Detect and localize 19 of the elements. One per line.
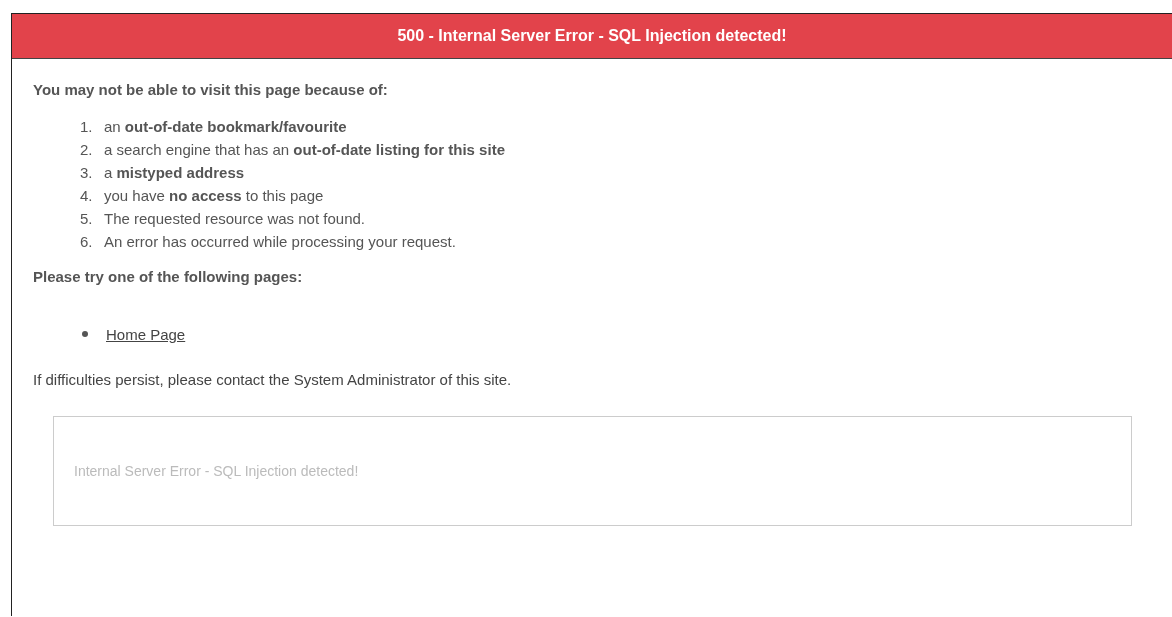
- list-item-text: a mistyped address: [104, 163, 245, 183]
- home-page-link[interactable]: Home Page: [106, 325, 186, 343]
- list-number: 1.: [80, 117, 94, 137]
- reasons-heading: You may not be able to visit this page because of:: [33, 80, 389, 100]
- pages-heading: Please try one of the following pages:: [33, 267, 304, 287]
- list-item-text: you have no access to this page: [104, 186, 324, 206]
- list-item-text: an out-of-date bookmark/favourite: [104, 117, 347, 137]
- list-number: 5.: [80, 209, 94, 229]
- list-number: 2.: [80, 140, 94, 160]
- list-number: 6.: [80, 232, 94, 252]
- list-item-text: An error has occurred while processing your request.: [104, 232, 456, 252]
- list-number: 4.: [80, 186, 94, 206]
- contact-note: If difficulties persist, please contact the System Administrator of this site.: [33, 370, 513, 390]
- error-title: 500 - Internal Server Error - SQL Injection detected!: [397, 27, 787, 45]
- bullet-icon: [82, 331, 88, 337]
- list-number: 3.: [80, 163, 94, 183]
- error-detail-text: Internal Server Error - SQL Injection detected!: [74, 463, 359, 479]
- list-item-text: The requested resource was not found.: [104, 209, 365, 229]
- list-item-text: a search engine that has an out-of-date listing for this site: [104, 140, 505, 160]
